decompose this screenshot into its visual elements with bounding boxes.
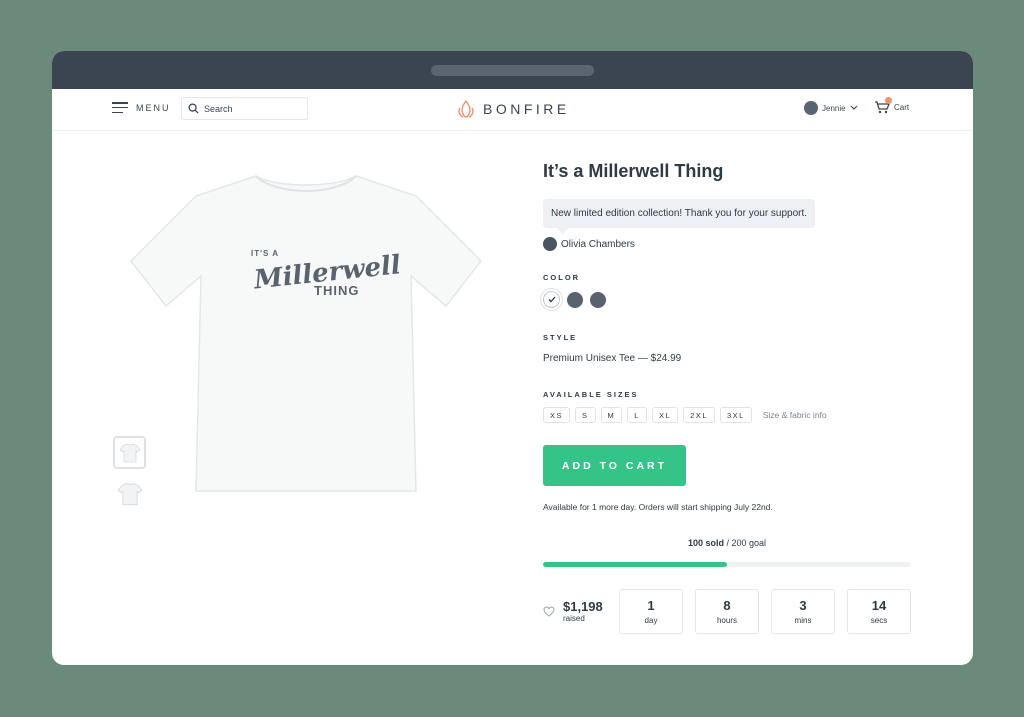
color-swatch-slate[interactable] [590, 291, 606, 308]
hamburger-icon [112, 102, 128, 113]
shirt-print-line1: IT'S A [251, 249, 279, 258]
user-menu[interactable]: Jennie [804, 101, 858, 115]
brand-name: BONFIRE [483, 101, 570, 117]
countdown-hours: 8 hours [695, 589, 759, 634]
tshirt-thumb-icon [118, 443, 141, 462]
cart-badge [885, 97, 892, 104]
raised-amount: $1,198 [563, 599, 603, 614]
size-option[interactable]: L [627, 407, 647, 423]
shirt-print-line3: THING [314, 283, 359, 298]
creator-avatar [543, 237, 557, 251]
thumbnail-front[interactable] [113, 436, 146, 469]
chevron-down-icon [850, 105, 858, 110]
tshirt-image: IT'S A Millerwell THING [130, 175, 482, 492]
size-option[interactable]: 3XL [720, 407, 752, 423]
style-select[interactable]: Premium Unisex Tee — $24.99 [543, 353, 913, 364]
add-to-cart-button[interactable]: ADD TO CART [543, 445, 686, 486]
size-option[interactable]: 2XL [683, 407, 715, 423]
creator-message: New limited edition collection! Thank yo… [543, 199, 816, 234]
flame-logo-icon [458, 99, 474, 118]
size-option[interactable]: XL [651, 407, 679, 423]
sales-progress-bar [543, 562, 911, 567]
sizes-label: AVAILABLE SIZES [543, 390, 639, 399]
search-box[interactable] [181, 97, 308, 120]
goal-text: / 200 goal [723, 538, 767, 548]
thumbnail-list [113, 436, 146, 518]
tshirt-thumb-icon [117, 482, 142, 505]
countdown-unit: mins [794, 616, 812, 625]
raised-label: raised [563, 614, 585, 623]
raised-block: $1,198 raised [543, 600, 619, 623]
cart-label: Cart [894, 102, 910, 112]
address-bar-pill[interactable] [431, 65, 594, 76]
window-titlebar [52, 51, 973, 89]
size-option[interactable]: M [600, 407, 623, 423]
size-fabric-info-link[interactable]: Size & fabric info [763, 410, 827, 420]
product-image[interactable]: IT'S A Millerwell THING [126, 166, 486, 506]
size-option[interactable]: S [575, 407, 596, 423]
countdown-secs: 14 secs [847, 589, 911, 634]
cart-button[interactable]: Cart [874, 97, 910, 114]
size-option[interactable]: XS [543, 407, 571, 423]
creator-name: Olivia Chambers [561, 238, 635, 250]
availability-text: Available for 1 more day. Orders will st… [543, 502, 773, 512]
color-options [543, 291, 913, 308]
site-header: MENU BONFIRE Jennie Cart [52, 89, 973, 131]
heart-icon[interactable] [543, 606, 555, 617]
style-label: STYLE [543, 333, 578, 342]
search-icon [188, 103, 199, 114]
countdown-value: 8 [723, 598, 731, 613]
color-label: COLOR [543, 273, 581, 282]
sold-count: 100 sold [687, 538, 724, 548]
product-title: It’s a Millerwell Thing [543, 161, 724, 181]
browser-window: MENU BONFIRE Jennie Cart [52, 51, 973, 665]
sold-goal: 100 sold / 200 goal [543, 538, 911, 548]
size-options: XS S M L XL 2XL 3XL Size & fabric info [543, 407, 913, 423]
sales-progress-fill [543, 562, 727, 567]
thumbnail-back[interactable] [113, 477, 146, 510]
user-avatar [804, 101, 818, 115]
color-swatch-gray[interactable] [567, 291, 583, 308]
countdown-value: 14 [871, 598, 887, 613]
check-icon [548, 296, 555, 303]
countdown-mins: 3 mins [771, 589, 835, 634]
menu-button[interactable]: MENU [112, 102, 171, 113]
creator[interactable]: Olivia Chambers [543, 237, 913, 251]
campaign-stats: $1,198 raised 1 day 8 hours 3 mins 14 se… [543, 589, 913, 634]
user-name: Jennie [822, 103, 846, 113]
countdown-unit: secs [870, 616, 888, 625]
menu-label: MENU [136, 102, 171, 113]
countdown-unit: day [644, 616, 658, 625]
search-input[interactable] [204, 103, 304, 114]
countdown-value: 1 [647, 598, 655, 613]
brand-logo[interactable]: BONFIRE [457, 99, 570, 119]
countdown-unit: hours [716, 616, 737, 625]
countdown-days: 1 day [619, 589, 683, 634]
color-swatch-white[interactable] [543, 291, 560, 308]
countdown-value: 3 [799, 598, 807, 613]
product-info: It’s a Millerwell Thing New limited edit… [543, 161, 913, 634]
